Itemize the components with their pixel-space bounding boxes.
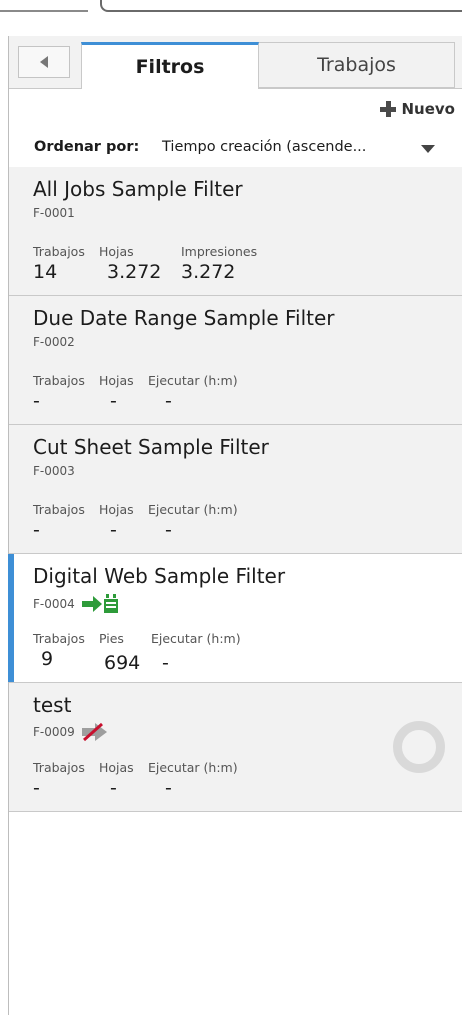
metric-label: Impresiones — [181, 244, 258, 259]
filter-title: All Jobs Sample Filter — [33, 177, 243, 201]
metric-value: 9 — [41, 648, 54, 670]
metric-value: - — [33, 390, 40, 412]
metric-label: Hojas — [99, 760, 134, 775]
filter-card[interactable]: All Jobs Sample Filter F-0001 Trabajos H… — [9, 167, 462, 296]
triangle-left-icon — [40, 56, 48, 68]
filter-title: Due Date Range Sample Filter — [33, 306, 335, 330]
top-divider-right — [100, 0, 462, 12]
metric-value: 3.272 — [107, 261, 162, 283]
metric-value: - — [165, 777, 172, 799]
metric-label: Ejecutar (h:m) — [148, 760, 238, 775]
metric-value: 14 — [33, 261, 58, 283]
filters-panel: Filtros Trabajos Nuevo Ordenar por: Tiem… — [8, 36, 462, 1015]
tab-trabajos[interactable]: Trabajos — [259, 42, 455, 88]
filter-id-row: F-0004 — [33, 593, 121, 615]
filter-card[interactable]: Cut Sheet Sample Filter F-0003 Trabajos … — [9, 425, 462, 554]
filter-title: Cut Sheet Sample Filter — [33, 435, 269, 459]
metric-label: Ejecutar (h:m) — [148, 373, 238, 388]
filter-id: F-0001 — [33, 206, 75, 220]
filter-id-row: F-0003 — [33, 464, 75, 478]
filter-id: F-0003 — [33, 464, 75, 478]
new-filter-button[interactable]: Nuevo — [379, 100, 456, 118]
back-button[interactable] — [18, 46, 70, 78]
new-filter-label: Nuevo — [401, 100, 456, 118]
new-bar: Nuevo — [9, 88, 462, 128]
filter-id: F-0009 — [33, 725, 75, 739]
metric-value: - — [33, 519, 40, 541]
metric-label: Ejecutar (h:m) — [148, 502, 238, 517]
metric-value: - — [110, 519, 117, 541]
metric-label: Trabajos — [33, 631, 85, 646]
metric-value: - — [165, 519, 172, 541]
metric-value: - — [110, 390, 117, 412]
filter-card[interactable]: Due Date Range Sample Filter F-0002 Trab… — [9, 296, 462, 425]
filter-card-selected[interactable]: Digital Web Sample Filter F-0004 Trabajo… — [8, 554, 462, 683]
sort-bar: Ordenar por: Tiempo creación (ascende... — [9, 128, 462, 166]
tab-label: Trabajos — [317, 54, 396, 76]
metric-label: Trabajos — [33, 502, 85, 517]
metric-label: Trabajos — [33, 373, 85, 388]
sort-select[interactable]: Tiempo creación (ascende... — [162, 139, 366, 155]
tab-bar: Filtros Trabajos — [9, 36, 462, 89]
metric-label: Trabajos — [33, 760, 85, 775]
metric-label: Hojas — [99, 244, 134, 259]
green-arrow-printer-icon — [81, 593, 121, 615]
metric-value: - — [165, 390, 172, 412]
filter-id-row: F-0001 — [33, 206, 75, 220]
tab-filtros[interactable]: Filtros — [81, 42, 259, 89]
chevron-down-icon[interactable] — [421, 145, 435, 153]
metric-value: - — [162, 652, 169, 674]
top-divider-left — [0, 0, 88, 12]
metric-value: - — [33, 777, 40, 799]
metric-label: Trabajos — [33, 244, 85, 259]
metric-label: Pies — [99, 631, 124, 646]
tab-label: Filtros — [135, 56, 205, 78]
top-strip — [0, 0, 462, 36]
filter-card[interactable]: test F-0009 Trabajos Hojas Ejecutar (h:m… — [9, 683, 462, 812]
plus-icon — [379, 101, 396, 117]
disabled-arrow-icon — [81, 722, 115, 742]
filter-id-row: F-0009 — [33, 722, 115, 742]
loading-spinner-icon — [393, 721, 445, 773]
metric-label: Hojas — [99, 373, 134, 388]
filter-id-row: F-0002 — [33, 335, 75, 349]
filter-id: F-0002 — [33, 335, 75, 349]
metric-label: Hojas — [99, 502, 134, 517]
metric-value: 694 — [104, 652, 141, 674]
filter-title: Digital Web Sample Filter — [33, 564, 286, 588]
filter-id: F-0004 — [33, 597, 75, 611]
metric-value: 3.272 — [181, 261, 236, 283]
sort-label: Ordenar por: — [34, 139, 140, 155]
filter-title: test — [33, 693, 72, 717]
metric-label: Ejecutar (h:m) — [151, 631, 241, 646]
metric-value: - — [110, 777, 117, 799]
filter-list: All Jobs Sample Filter F-0001 Trabajos H… — [8, 167, 462, 812]
